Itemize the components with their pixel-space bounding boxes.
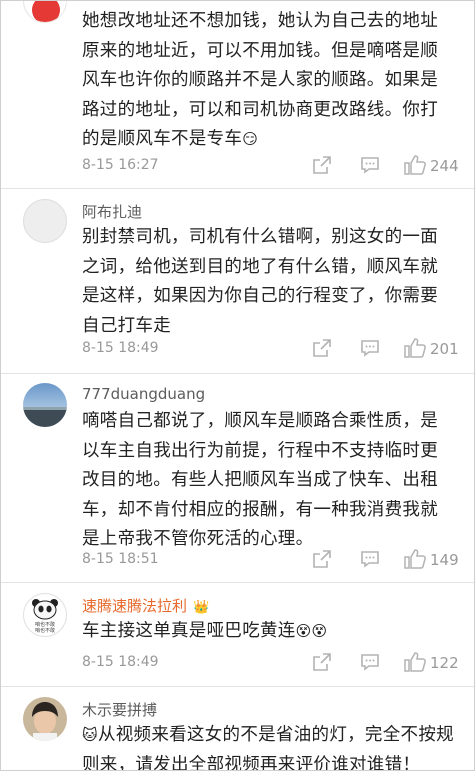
avatar[interactable] [23,1,67,23]
like-count: 122 [430,654,459,672]
comment-text: 别封禁司机，司机有什么错啊，别这女的一面之词，给他送到目的地了有什么错，顺风车就… [82,227,438,336]
share-icon[interactable] [312,652,332,672]
reply-icon[interactable] [360,652,380,672]
comment-meta: 8-15 16:27 244 [82,155,462,176]
comment-time: 8-15 18:49 [82,340,159,356]
share-icon[interactable] [312,338,332,358]
like-icon[interactable] [404,652,426,672]
divider [1,373,474,374]
comment-text: 🐱从视频来看这女的不是省油的灯，完全不按规则来，请发出全部视频再来评价谁对谁错！ [82,721,454,770]
reply-icon[interactable] [360,155,380,175]
divider [1,686,474,687]
like-count: 149 [430,551,459,569]
avatar[interactable] [23,199,67,243]
username[interactable]: 速腾速腾法拉利 👑 [82,595,209,616]
username[interactable]: 阿布扎迪 [82,201,142,222]
share-icon[interactable] [312,549,332,569]
share-icon[interactable] [312,155,332,175]
like-count: 244 [430,157,459,175]
like-icon[interactable] [404,549,426,569]
comment-time: 8-15 18:49 [82,654,159,670]
comment-feed: 她想改地址还不想加钱，她认为自己去的地址原来的地址近，可以不用加钱。但是嘀嗒是顺… [0,0,475,771]
avatar[interactable] [23,383,67,427]
like-count: 201 [430,340,459,358]
divider [1,582,474,583]
avatar-caption-bottom: 咱也不敢 [35,627,55,634]
divider [1,188,474,189]
comment-text: 车主接这单真是哑巴吃黄连😵😵 [82,617,454,647]
username[interactable]: 木示要拼搏 [82,699,157,720]
crown-badge-icon: 👑 [193,600,210,615]
reply-icon[interactable] [360,338,380,358]
username[interactable]: 777duangduang [82,385,205,403]
cat-face-emoji-icon: 🐱 [82,726,98,744]
like-icon[interactable] [404,155,426,175]
comment-text: 她想改地址还不想加钱，她认为自己去的地址原来的地址近，可以不用加钱。但是嘀嗒是顺… [82,7,454,155]
avatar[interactable]: 咱也不敢 咱也不敢 [23,593,67,637]
avatar[interactable] [23,697,67,741]
dizzy-face-emoji-icon: 😵😵 [295,622,328,640]
comment-time: 8-15 16:27 [82,157,159,173]
reply-icon[interactable] [360,549,380,569]
comment-meta: 8-15 18:49 122 [82,652,462,673]
comment-text: 嘀嗒自己都说了，顺风车是顺路合乘性质，是以车主自我出行为前提，行程中不支持临时更… [82,411,438,549]
comment-meta: 8-15 18:49 201 [82,338,462,359]
comment-time: 8-15 18:51 [82,551,159,567]
smirk-emoji-icon: 😏 [242,130,259,148]
comment-meta: 8-15 18:51 149 [82,549,462,570]
like-icon[interactable] [404,338,426,358]
avatar-caption-top: 咱也不敢 [35,621,55,628]
